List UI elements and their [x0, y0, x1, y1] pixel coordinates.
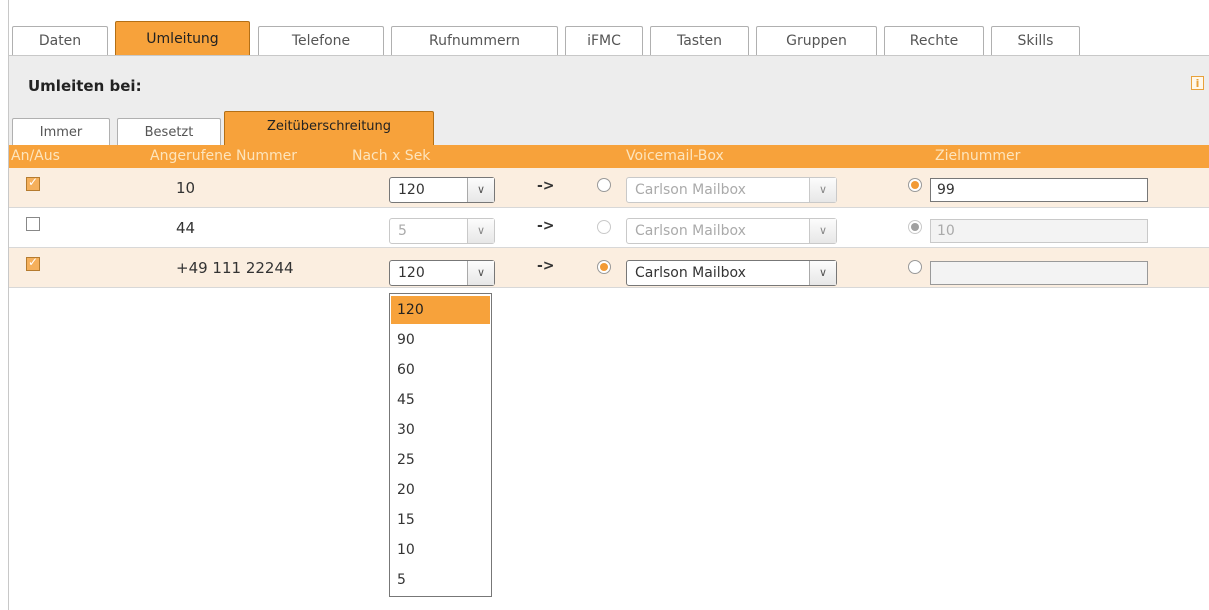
seconds-select[interactable]: 5 ∨	[389, 218, 495, 244]
tab-skills[interactable]: Skills	[991, 26, 1080, 55]
tab-label: iFMC	[587, 33, 621, 49]
forward-arrow: ->	[537, 178, 555, 194]
col-target: Zielnummer	[935, 148, 1021, 164]
tab-telefone[interactable]: Telefone	[258, 26, 384, 55]
subtab-label: Besetzt	[144, 125, 194, 140]
tab-label: Skills	[1017, 33, 1054, 49]
dropdown-option[interactable]: 120	[391, 296, 490, 324]
table-header: An/Aus Angerufene Nummer Nach x Sek Voic…	[9, 145, 1209, 168]
called-number: +49 111 22244	[176, 259, 294, 277]
tab-label: Umleitung	[146, 31, 219, 47]
tab-tasten[interactable]: Tasten	[650, 26, 749, 55]
section-title: Umleiten bei:	[28, 77, 142, 95]
dropdown-option[interactable]: 90	[391, 326, 490, 354]
dropdown-option[interactable]: 45	[391, 386, 490, 414]
mailbox-select[interactable]: Carlson Mailbox ∨	[626, 218, 837, 244]
mailbox-value: Carlson Mailbox	[635, 223, 746, 239]
table-row: +49 111 22244 120 ∨ -> Carlson Mailbox ∨	[9, 248, 1209, 288]
col-voicemail: Voicemail-Box	[626, 148, 724, 164]
seconds-select[interactable]: 120 ∨	[389, 260, 495, 286]
table-row: 10 120 ∨ -> Carlson Mailbox ∨ 99	[9, 168, 1209, 208]
dropdown-option[interactable]: 60	[391, 356, 490, 384]
enable-checkbox[interactable]	[26, 255, 40, 271]
target-input[interactable]	[930, 261, 1148, 285]
dropdown-option[interactable]: 20	[391, 476, 490, 504]
seconds-dropdown-list: 120 90 60 45 30 25 20 15 10 5	[389, 293, 492, 597]
tab-umleitung[interactable]: Umleitung	[115, 21, 250, 55]
dropdown-option[interactable]: 5	[391, 566, 490, 594]
called-number: 10	[176, 179, 196, 197]
info-icon[interactable]: i	[1191, 76, 1204, 90]
forward-arrow: ->	[537, 218, 555, 234]
enable-checkbox[interactable]	[26, 175, 40, 191]
target-value: 99	[937, 182, 955, 198]
target-input[interactable]: 99	[930, 178, 1148, 202]
dropdown-option[interactable]: 30	[391, 416, 490, 444]
voicemail-radio[interactable]	[597, 220, 611, 234]
tab-rechte[interactable]: Rechte	[884, 26, 984, 55]
tab-label: Gruppen	[786, 33, 847, 49]
col-after-seconds: Nach x Sek	[352, 148, 431, 164]
chevron-down-icon: ∨	[809, 219, 836, 243]
called-number: 44	[176, 219, 196, 237]
mailbox-value: Carlson Mailbox	[635, 182, 746, 198]
seconds-select[interactable]: 120 ∨	[389, 177, 495, 203]
tab-label: Telefone	[291, 33, 351, 49]
target-radio[interactable]	[908, 260, 922, 274]
tab-label: Tasten	[676, 33, 723, 49]
voicemail-radio[interactable]	[597, 178, 611, 192]
subtab-besetzt[interactable]: Besetzt	[117, 118, 221, 145]
subtab-label: Zeitüberschreitung	[266, 119, 392, 134]
voicemail-radio[interactable]	[597, 260, 611, 274]
tab-gruppen[interactable]: Gruppen	[756, 26, 877, 55]
mailbox-select[interactable]: Carlson Mailbox ∨	[626, 177, 837, 203]
tab-rufnummern[interactable]: Rufnummern	[391, 26, 558, 55]
chevron-down-icon: ∨	[809, 178, 836, 202]
subtab-immer[interactable]: Immer	[12, 118, 110, 145]
tab-label: Rufnummern	[429, 33, 520, 49]
target-input[interactable]: 10	[930, 219, 1148, 243]
tab-label: Daten	[38, 33, 82, 49]
target-radio[interactable]	[908, 220, 922, 234]
dropdown-option[interactable]: 10	[391, 536, 490, 564]
chevron-down-icon: ∨	[467, 178, 494, 202]
seconds-value: 120	[398, 265, 425, 281]
seconds-value: 120	[398, 182, 425, 198]
enable-checkbox[interactable]	[26, 217, 40, 231]
chevron-down-icon: ∨	[809, 261, 836, 285]
target-value: 10	[937, 223, 955, 239]
col-on-off: An/Aus	[11, 148, 60, 164]
chevron-down-icon: ∨	[467, 219, 494, 243]
dropdown-option[interactable]: 25	[391, 446, 490, 474]
chevron-down-icon: ∨	[467, 261, 494, 285]
dropdown-option[interactable]: 15	[391, 506, 490, 534]
subtab-zeitueberschreitung[interactable]: Zeitüberschreitung	[224, 111, 434, 145]
forward-arrow: ->	[537, 258, 555, 274]
subtab-label: Immer	[39, 125, 83, 140]
tab-label: Rechte	[909, 33, 959, 49]
mailbox-value: Carlson Mailbox	[635, 265, 746, 281]
seconds-value: 5	[398, 223, 407, 239]
table-row: 44 5 ∨ -> Carlson Mailbox ∨ 10	[9, 208, 1209, 248]
col-called-number: Angerufene Nummer	[150, 148, 298, 164]
tab-ifmc[interactable]: iFMC	[565, 26, 643, 55]
target-radio[interactable]	[908, 178, 922, 192]
mailbox-select[interactable]: Carlson Mailbox ∨	[626, 260, 837, 286]
tab-daten[interactable]: Daten	[12, 26, 108, 55]
